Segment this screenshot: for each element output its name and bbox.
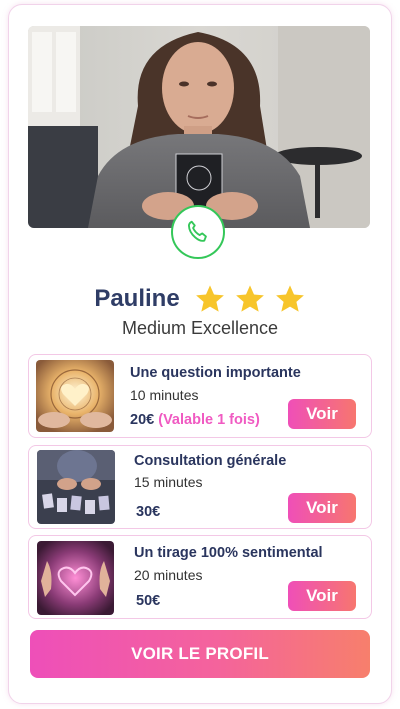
view-profile-button[interactable]: VOIR LE PROFIL — [30, 630, 370, 678]
advisor-title: Medium Excellence — [121, 318, 279, 338]
offer-price: 30€ — [136, 504, 161, 520]
advisor-name: Pauline — [94, 285, 180, 312]
offer-title: Consultation générale — [134, 453, 287, 469]
offer-thumbnail — [36, 360, 114, 432]
offer-card[interactable]: Une question importante 10 minutes 20€ (… — [28, 354, 372, 438]
voir-button[interactable]: Voir — [288, 493, 356, 523]
phone-icon — [187, 220, 207, 242]
advisor-photo — [28, 26, 370, 228]
star-icon — [235, 285, 264, 312]
offer-duration: 15 minutes — [134, 474, 203, 490]
offer-validity-note: (Valable 1 fois) — [158, 412, 260, 428]
voir-button[interactable]: Voir — [288, 581, 356, 611]
offer-duration: 20 minutes — [134, 567, 203, 583]
offer-duration: 10 minutes — [130, 387, 199, 403]
offer-thumbnail — [37, 541, 114, 615]
offer-price: 50€ — [136, 593, 161, 609]
offer-price: 20€ — [130, 412, 155, 428]
advisor-header: Pauline — [0, 282, 400, 316]
offer-card[interactable]: Consultation générale 15 minutes 30€ Voi… — [28, 445, 372, 529]
star-icon — [275, 285, 304, 312]
offer-title: Une question importante — [130, 365, 301, 381]
offer-thumbnail — [37, 450, 115, 524]
offer-title: Un tirage 100% sentimental — [134, 545, 323, 561]
call-button[interactable] — [171, 205, 225, 259]
star-icon — [195, 285, 224, 312]
offer-card[interactable]: Un tirage 100% sentimental 20 minutes 50… — [28, 535, 372, 619]
voir-button[interactable]: Voir — [288, 399, 356, 429]
offer-price-line: 20€ (Valable 1 fois) — [130, 412, 260, 428]
